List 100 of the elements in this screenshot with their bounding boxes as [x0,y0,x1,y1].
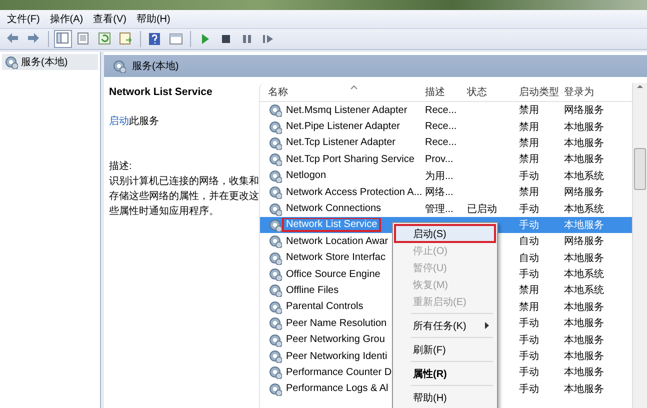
gear-icon [268,136,282,150]
gear-icon [268,316,282,330]
menu-item[interactable]: 文件(F) [3,11,44,27]
scrollbar[interactable] [632,83,647,408]
window-icon [169,32,183,46]
table-cell-text: 自动 [519,252,540,265]
tree-item-label: 服务(本地) [21,56,68,69]
gear-icon [268,349,282,364]
scroll-up-icon[interactable] [636,83,644,90]
service-name-cell-text: Netlogon [285,170,328,182]
restart-icon [261,32,275,46]
context-menu-item[interactable]: 属性(R) [395,365,495,382]
service-name-cell-text: Office Source Engine [285,268,382,280]
service-name-cell-text: Net.Tcp Port Sharing Service [285,154,416,165]
service-name-cell-text: Network Location Awar [285,236,390,247]
column-header[interactable]: 启动类型 [519,87,559,98]
table-cell-text: 手动 [519,366,540,380]
gear-icon [268,382,282,396]
table-cell-text: Rece... [425,104,458,116]
table-cell-text: 本地服务 [564,334,605,347]
table-cell-text: 禁用 [519,136,540,150]
gear-icon [268,152,282,166]
column-header[interactable]: 描述 [425,87,445,98]
column-header[interactable]: 名称 [268,85,288,99]
service-name: Network List Service [109,85,214,100]
menu-item[interactable]: 查看(V) [89,11,130,27]
table-cell-text: 本地系统 [564,170,605,183]
table-cell-text: 已启动 [467,202,498,216]
table-cell-text: 为用... [425,170,454,183]
table-cell-text: 禁用 [519,186,540,200]
table-cell-text: 网络服务 [564,104,605,118]
gear-icon [268,120,282,134]
menu-item[interactable]: 帮助(H) [132,11,174,27]
gear-icon [268,250,282,265]
column-header[interactable]: 登录为 [564,87,594,98]
table-cell-text: 禁用 [519,152,540,166]
tree-item[interactable]: 服务(本地) [2,54,98,70]
gear-icon [268,365,282,380]
table-cell-text: 本地服务 [564,382,605,396]
column-header[interactable]: 状态 [467,87,487,98]
table-cell-text: 本地服务 [564,316,605,330]
table-cell-text: 本地服务 [564,300,605,314]
description-label: 描述: [109,160,133,174]
table-cell-text: 禁用 [519,300,540,314]
table-cell-text: 本地系统 [564,202,605,216]
service-name-cell-text: Performance Logs & Al [285,383,390,394]
scrollbar-thumb[interactable] [634,148,646,190]
table-cell-text: 手动 [519,350,540,364]
table-cell-text: 本地服务 [564,366,605,380]
context-menu-item[interactable]: 启动(S) [395,225,495,242]
service-name-cell-text: Performance Counter D [285,366,393,378]
table-cell-text: 本地系统 [564,284,605,298]
context-menu-item[interactable]: 刷新(F) [395,341,495,358]
table-cell-text: Rece... [425,137,458,148]
table-cell-text: 本地服务 [564,120,605,134]
table-cell-text: 禁用 [519,284,540,298]
table-cell-text: Prov... [425,154,454,165]
gear-icon [268,218,282,232]
table-cell-text: 网络服务 [564,186,605,200]
service-name-cell-text: Net.Pipe Listener Adapter [285,121,401,132]
pause-icon [240,32,254,46]
service-name-cell-text: Net.Tcp Listener Adapter [285,137,397,148]
gear-icon [268,103,282,118]
table-cell-text: 管理... [425,202,454,216]
show-tree-icon [56,32,70,46]
service-name-cell-text: Network Access Protection A... [285,186,424,198]
table-cell-text: 禁用 [519,104,540,118]
service-name-cell-text: Parental Controls [285,301,364,312]
table-cell-text: 网络服务 [564,235,605,248]
service-name-cell-text: Network Connections [285,203,382,214]
service-name-cell-text: Network Store Interfac [285,252,386,264]
gear-icon [112,59,126,73]
gear-icon [268,234,282,248]
description-text: 识别计算机已连接的网络，收集和存储这些网络的属性，并在更改这些属性时通知应用程序。 [109,174,259,219]
context-menu-item[interactable]: 所有任务(K) [395,317,495,334]
gear-icon [268,185,282,200]
table-cell-text: 网络... [425,186,454,200]
table-cell-text: 本地服务 [564,152,605,166]
document-icon [77,32,91,46]
table-cell-text: 手动 [519,382,540,396]
service-name-cell-text: Peer Networking Grou [285,334,386,346]
table-cell-text: 本地服务 [564,136,605,150]
toolbar-button[interactable] [54,30,72,48]
service-name-cell-text: Offline Files [285,284,340,296]
context-menu-item[interactable]: 帮助(H) [395,389,495,406]
gear-icon [268,300,282,314]
action-text: 启动此服务 [109,114,160,129]
table-cell-text: 手动 [519,202,540,216]
table-cell-text: 本地服务 [564,350,605,364]
export-list-icon [119,32,133,46]
table-cell-text: 自动 [519,235,540,248]
help-icon [148,32,162,46]
menu-item[interactable]: 操作(A) [46,11,88,27]
start-link[interactable]: 启动 [109,116,129,127]
table-cell-text: 本地服务 [564,218,605,232]
table-cell-text: 禁用 [519,120,540,134]
gear-icon [268,168,282,183]
service-name-cell-text: Peer Name Resolution [285,318,388,329]
refresh-icon [98,32,112,46]
table-cell-text: 手动 [519,218,540,232]
